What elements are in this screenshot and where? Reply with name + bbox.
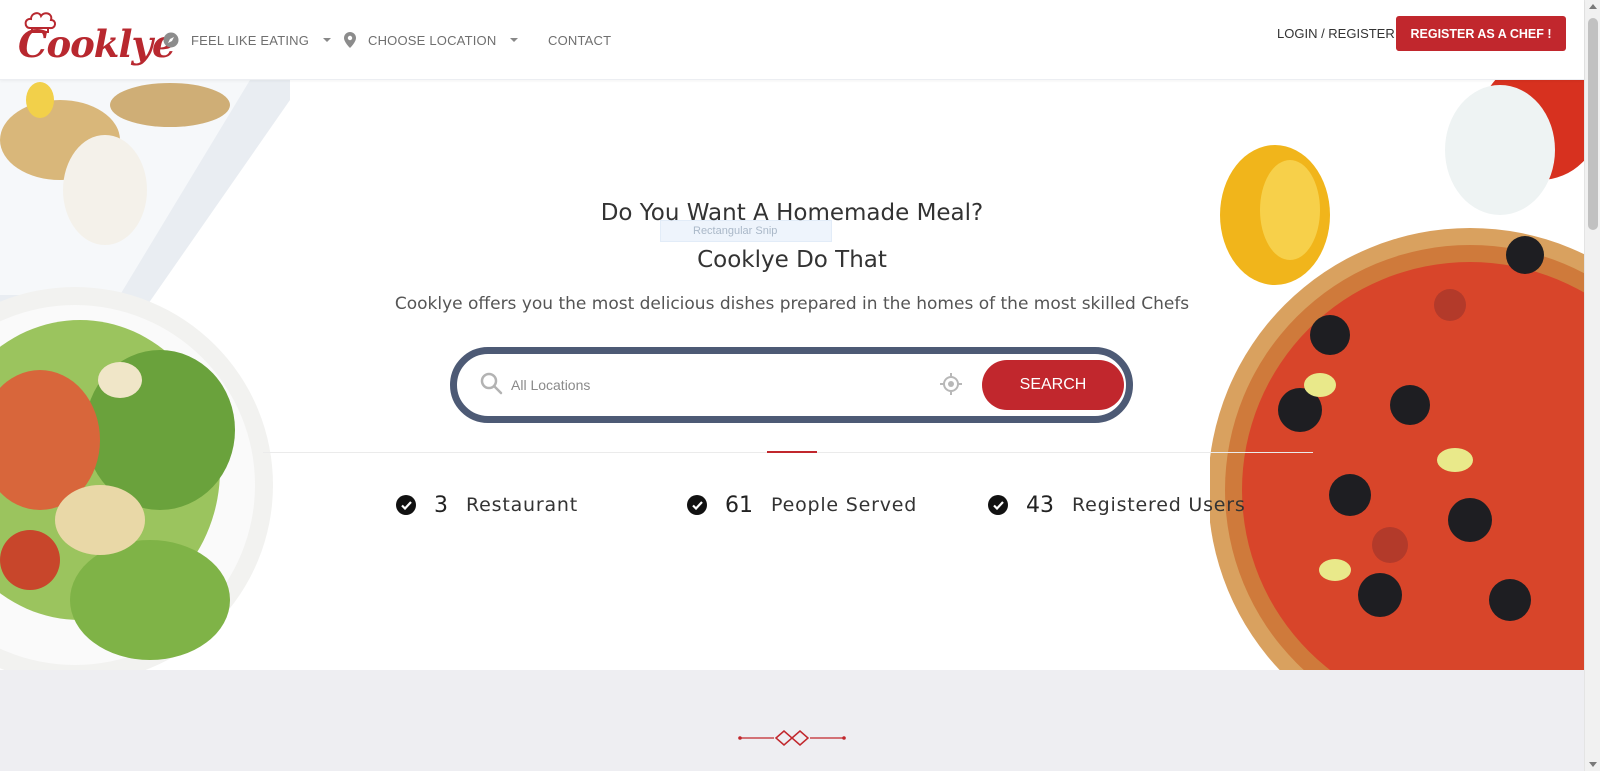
hero-title: Do You Want A Homemade Meal? — [600, 200, 984, 226]
lower-section — [0, 670, 1584, 771]
stat-label: Registered Users — [1072, 494, 1246, 516]
scroll-down-arrow-icon[interactable] — [1589, 762, 1597, 767]
check-circle-icon — [687, 495, 707, 515]
stat-people-served: 61 People Served — [687, 490, 917, 520]
pizza-image — [1210, 80, 1584, 670]
stat-number: 43 — [1026, 492, 1054, 518]
check-circle-icon — [988, 495, 1008, 515]
nav-choose-location[interactable]: CHOOSE LOCATION — [344, 30, 519, 50]
chevron-down-icon — [323, 38, 332, 42]
cooklye-logo[interactable]: Cooklye — [18, 10, 176, 72]
stat-registered-users: 43 Registered Users — [988, 490, 1246, 520]
search-button[interactable]: SEARCH — [982, 360, 1124, 410]
stat-restaurants: 3 Restaurant — [396, 490, 578, 520]
nav-contact-label: CONTACT — [548, 32, 612, 48]
crosshair-icon[interactable] — [939, 372, 963, 396]
check-circle-icon — [396, 495, 416, 515]
divider-accent — [767, 451, 817, 453]
login-register-link[interactable]: LOGIN / REGISTER — [1277, 26, 1395, 41]
nav-feel-like-eating[interactable]: FEEL LIKE EATING — [163, 30, 332, 50]
stat-label: Restaurant — [466, 494, 579, 516]
map-pin-icon — [344, 32, 356, 48]
stat-label: People Served — [771, 494, 918, 516]
hero-section: Rectangular Snip Do You Want A Homemade … — [0, 80, 1584, 670]
chevron-down-icon — [510, 38, 519, 42]
salad-plate-image — [0, 80, 290, 670]
scroll-up-arrow-icon[interactable] — [1589, 4, 1597, 9]
compass-icon — [163, 32, 179, 48]
location-search-bar: SEARCH — [450, 347, 1133, 423]
logo-text: Cooklye — [18, 22, 176, 66]
hero-subtitle: Cooklye offers you the most delicious di… — [394, 294, 1190, 314]
stat-number: 3 — [434, 492, 448, 518]
ornament-divider-icon — [738, 730, 846, 746]
search-icon — [480, 372, 503, 395]
hero-tagline: Cooklye Do That — [697, 247, 887, 273]
top-navbar: Cooklye FEEL LIKE EATING CHOOSE LOCATION… — [0, 0, 1584, 80]
nav-feel-like-eating-label: FEEL LIKE EATING — [191, 32, 310, 48]
stat-number: 61 — [725, 492, 753, 518]
page-scrollbar[interactable] — [1584, 0, 1600, 771]
location-search-input[interactable] — [511, 372, 911, 398]
scroll-thumb[interactable] — [1588, 18, 1598, 230]
register-chef-button[interactable]: REGISTER AS A CHEF ! — [1396, 16, 1566, 51]
nav-contact[interactable]: CONTACT — [548, 30, 611, 50]
nav-choose-location-label: CHOOSE LOCATION — [368, 32, 497, 48]
